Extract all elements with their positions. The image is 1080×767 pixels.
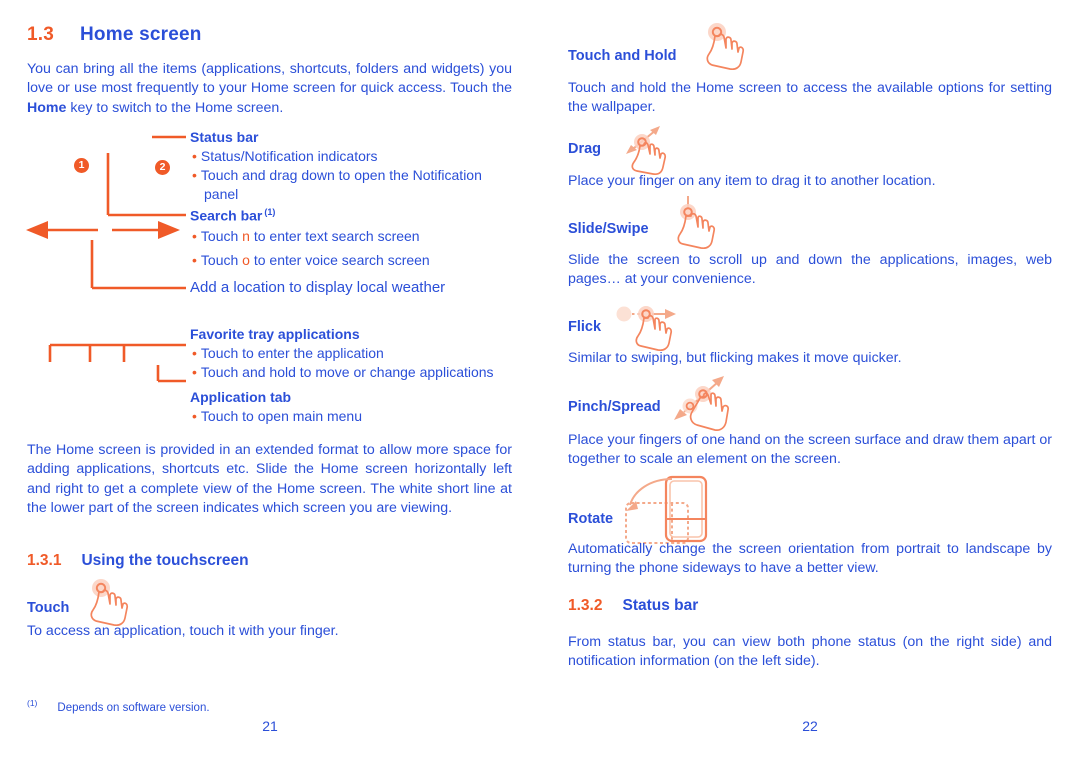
subsection-heading-status-bar: 1.3.2 Status bar (568, 597, 698, 615)
bullet-dot: • (192, 167, 197, 183)
gesture-title-slide-swipe: Slide/Swipe (568, 221, 649, 237)
bullet-dot: • (192, 252, 197, 268)
callout-status-bar-line-2: • Touch and drag down to open the Notific… (192, 167, 482, 183)
page-number-right: 22 (802, 718, 818, 734)
callout-status-bar-title: Status bar (190, 129, 259, 145)
gesture-title-pinch-spread: Pinch/Spread (568, 399, 661, 415)
page-title: 1.3 Home screen (27, 24, 202, 46)
gesture-body-rotate: Automatically change the screen orientat… (568, 541, 1052, 577)
subsection-number: 1.3.1 (27, 552, 62, 569)
gesture-body-pinch-spread: Place your fingers of one hand on the sc… (568, 432, 1052, 468)
callout-text: panel (204, 186, 239, 202)
callout-text-post: to enter voice search screen (249, 252, 430, 268)
callout-application-tab-title: Application tab (190, 389, 292, 405)
status-bar-paragraph: From status bar, you can view both phone… (568, 634, 1052, 670)
gesture-title-flick: Flick (568, 319, 602, 335)
callout-text: Touch and hold to move or change applica… (200, 364, 494, 380)
bullet-dot: • (192, 364, 197, 380)
footnote-text: Depends on software version. (57, 701, 210, 714)
callout-favorite-tray-title: Favorite tray applications (190, 326, 360, 342)
gesture-title-drag: Drag (568, 141, 602, 157)
callout-search-bar-title: Search bar (1) (190, 207, 275, 224)
gesture-body-flick: Similar to swiping, but flicking makes i… (568, 350, 902, 366)
arrow-head-left (26, 221, 48, 239)
callout-text-pre: Touch (200, 252, 243, 268)
callout-favorite-tray-line-2: • Touch and hold to move or change applic… (192, 364, 494, 380)
page-number-left: 21 (262, 718, 278, 734)
manual-page-spread: 1.3 Home screen You can bring all the ite… (0, 0, 1080, 767)
callout-text: Touch to enter the application (200, 345, 384, 361)
search-text-glyph-icon: n (242, 228, 250, 244)
intro-text-a: You can bring all the items (application… (27, 61, 512, 97)
subsection-title: Using the touchscreen (81, 552, 249, 569)
gesture-body-slide-swipe: Slide the screen to scroll up and down t… (568, 252, 1052, 288)
section-title: Home screen (80, 24, 202, 45)
callout-text-post: to enter text search screen (249, 228, 420, 244)
gesture-body-touch: To access an application, touch it with … (27, 623, 339, 639)
intro-home-key: Home (27, 99, 67, 116)
callout-text-pre: Touch (200, 228, 243, 244)
callout-badge-2: 2 (155, 160, 170, 175)
gesture-title-touch: Touch (27, 600, 70, 616)
gesture-body-drag: Place your finger on any item to drag it… (568, 173, 936, 189)
hand-tap-hold-icon (700, 22, 760, 79)
bullet-dot: • (192, 148, 197, 164)
callout-search-bar-line-1: • Touch n to enter text search screen (192, 228, 420, 244)
footnote-ref: (1) (264, 207, 276, 217)
footnote: (1) Depends on software version. (27, 698, 210, 714)
voice-search-glyph-icon: o (242, 252, 250, 268)
gesture-title-touch-and-hold: Touch and Hold (568, 48, 677, 64)
section-number: 1.3 (27, 24, 55, 45)
intro-text-b: key to switch to the Home screen. (66, 99, 284, 116)
gesture-title-rotate: Rotate (568, 511, 614, 527)
hand-slide-icon (670, 196, 730, 257)
callout-status-bar-line-1: • Status/Notification indicators (192, 148, 378, 164)
callout-text: Touch and drag down to open the Notifica… (200, 167, 482, 183)
callout-title-text: Search bar (190, 207, 263, 224)
left-page: 1.3 Home screen You can bring all the ite… (0, 0, 540, 767)
bullet-dot: • (192, 408, 197, 424)
callout-text: Touch to open main menu (200, 408, 363, 424)
extended-home-paragraph: The Home screen is provided in an extend… (27, 442, 512, 516)
subsection-title: Status bar (622, 597, 699, 614)
callout-badge-1: 1 (74, 158, 89, 173)
callout-application-tab-line-1: • Touch to open main menu (192, 408, 362, 424)
intro-paragraph: You can bring all the items (application… (27, 60, 512, 118)
bullet-dot: • (192, 345, 197, 361)
callout-weather: Add a location to display local weather (190, 279, 446, 296)
right-page: Touch and Hold Touch and hold the Home s… (540, 0, 1080, 767)
callout-search-bar-line-2: • Touch o to enter voice search screen (192, 252, 430, 268)
callout-text: Status/Notification indicators (200, 148, 378, 164)
bullet-dot: • (192, 228, 197, 244)
callout-favorite-tray-line-1: • Touch to enter the application (192, 345, 384, 361)
subsection-heading-touchscreen: 1.3.1 Using the touchscreen (27, 552, 249, 570)
arrow-head-right (158, 221, 180, 239)
gesture-body-touch-and-hold: Touch and hold the Home screen to access… (568, 80, 1052, 116)
footnote-marker: (1) (27, 698, 38, 708)
subsection-number: 1.3.2 (568, 597, 603, 614)
callout-status-bar-line-3: panel (204, 186, 238, 202)
